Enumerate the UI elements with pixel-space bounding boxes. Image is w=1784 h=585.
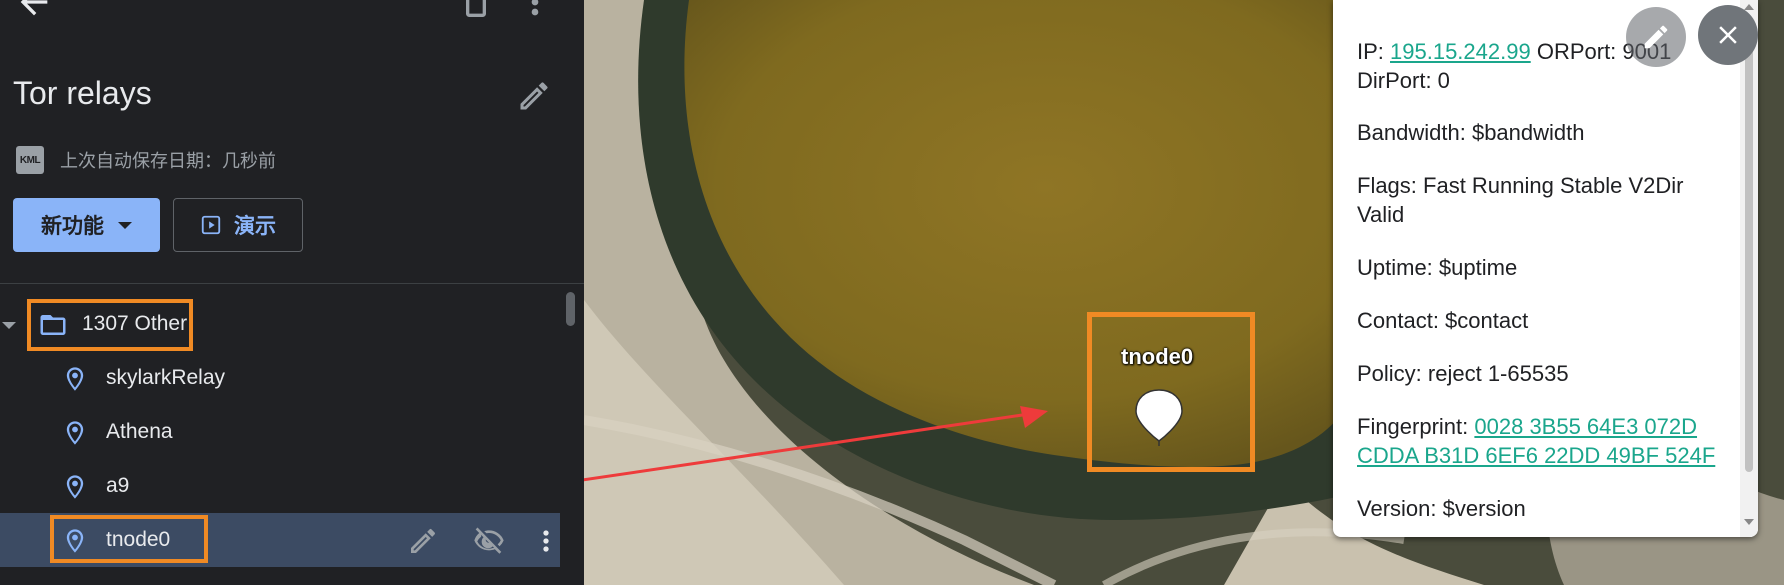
- ip-link[interactable]: 195.15.242.99: [1390, 39, 1531, 64]
- place-pin-icon: [66, 367, 84, 391]
- version-text: Version: $version: [1357, 496, 1526, 521]
- place-pin-icon: [66, 475, 84, 499]
- present-label: 演示: [234, 215, 276, 238]
- back-arrow-icon[interactable]: [14, 0, 54, 22]
- list-item[interactable]: skylarkRelay: [0, 351, 560, 405]
- popup-scrollbar[interactable]: [1740, 0, 1758, 537]
- chevron-down-icon: [118, 221, 132, 229]
- list-item[interactable]: a9: [0, 459, 560, 513]
- pencil-icon[interactable]: [407, 525, 439, 557]
- sidebar-scrollbar[interactable]: [566, 292, 575, 326]
- highlight-box-map: [1087, 312, 1255, 472]
- contact-text: Contact: $contact: [1357, 308, 1529, 333]
- uptime-text: Uptime: $uptime: [1357, 255, 1518, 280]
- project-sidebar: Tor relays KML 上次自动保存日期：几秒前 新功能 演示 1307 …: [0, 0, 584, 585]
- kml-file-icon: KML: [16, 146, 44, 174]
- chevron-down-icon[interactable]: [2, 322, 16, 329]
- autosave-text: 上次自动保存日期：几秒前: [60, 151, 276, 171]
- highlight-box-folder: [27, 299, 193, 351]
- visibility-off-icon[interactable]: [473, 525, 505, 557]
- dirport-text: DirPort: 0: [1357, 68, 1450, 93]
- bandwidth-text: Bandwidth: $bandwidth: [1357, 120, 1585, 145]
- popup-scrollbar-thumb[interactable]: [1745, 22, 1753, 472]
- new-feature-button[interactable]: 新功能: [13, 198, 160, 252]
- flags-text: Flags: Fast Running Stable V2Dir Valid: [1357, 173, 1684, 227]
- pencil-icon[interactable]: [516, 78, 552, 114]
- autosave-status: KML 上次自动保存日期：几秒前: [16, 146, 276, 174]
- info-popup: IP: 195.15.242.99 ORPort: 9001 DirPort: …: [1333, 0, 1758, 537]
- list-item-label: Athena: [106, 420, 173, 443]
- edit-feature-button[interactable]: [1626, 7, 1686, 67]
- project-title[interactable]: Tor relays: [13, 75, 152, 112]
- trash-icon[interactable]: [456, 0, 496, 22]
- policy-text: Policy: reject 1-65535: [1357, 361, 1569, 386]
- close-icon: [1719, 26, 1737, 44]
- more-vert-icon[interactable]: [530, 525, 562, 557]
- ip-label: IP:: [1357, 39, 1391, 64]
- play-icon: [201, 215, 221, 235]
- pencil-icon: [1644, 25, 1668, 49]
- scroll-up-icon[interactable]: [1744, 4, 1754, 10]
- list-item[interactable]: Athena: [0, 405, 560, 459]
- list-item-label: skylarkRelay: [106, 366, 226, 389]
- divider: [0, 283, 584, 284]
- highlight-box-item: [50, 515, 208, 563]
- scroll-down-icon[interactable]: [1744, 519, 1754, 525]
- place-pin-icon: [66, 421, 84, 445]
- fingerprint-line: Fingerprint: 0028 3B55 64E3 072D CDDA B3…: [1357, 412, 1727, 470]
- close-popup-button[interactable]: [1698, 5, 1758, 65]
- new-feature-label: 新功能: [41, 215, 104, 238]
- fingerprint-label: Fingerprint:: [1357, 414, 1475, 439]
- list-item-label: a9: [106, 474, 130, 497]
- more-vert-icon[interactable]: [515, 0, 555, 22]
- present-button[interactable]: 演示: [173, 198, 303, 252]
